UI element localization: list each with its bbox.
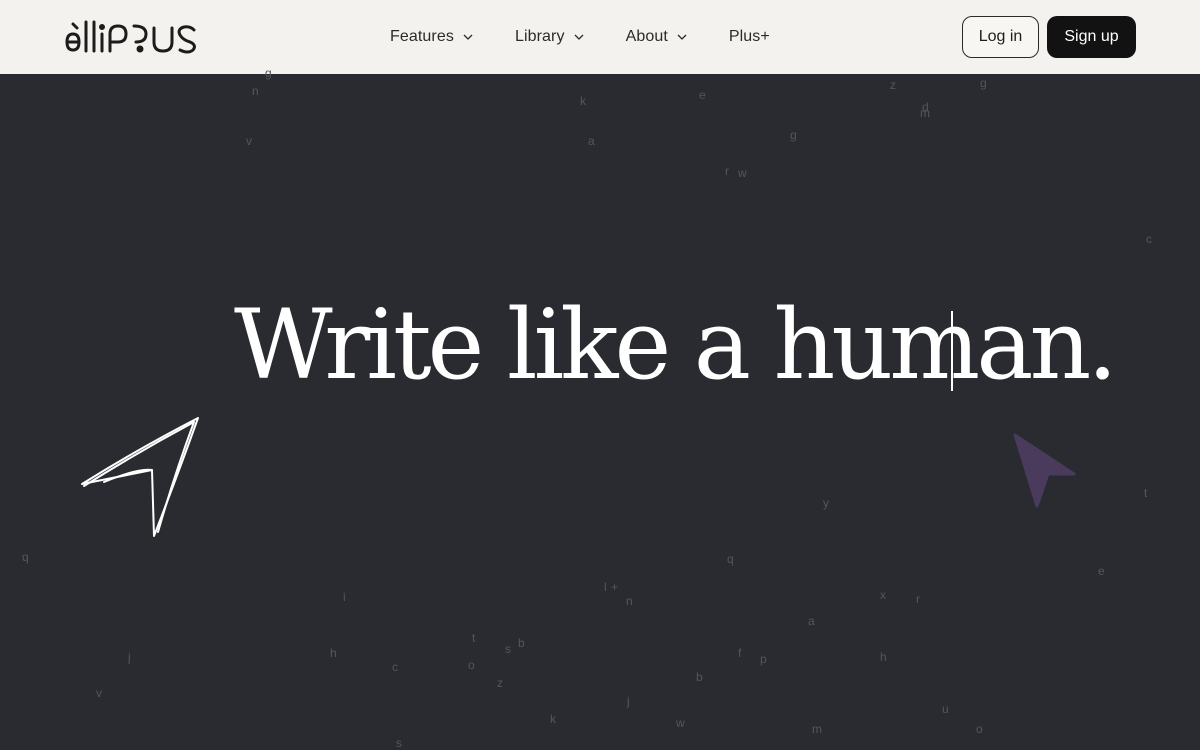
background-letter: t [472, 631, 476, 645]
nav-features[interactable]: Features [390, 28, 473, 46]
background-letter: q [22, 550, 29, 564]
text-caret [951, 311, 953, 391]
background-letter: u [942, 702, 949, 716]
background-letter: o [976, 722, 983, 736]
background-letter: m [920, 106, 930, 120]
background-letter: n [252, 84, 259, 98]
background-letter: e [1098, 564, 1105, 578]
signup-button[interactable]: Sign up [1047, 16, 1136, 58]
background-letter: c [1146, 232, 1152, 246]
nav-plus[interactable]: Plus+ [729, 28, 770, 46]
background-letter: j [627, 694, 630, 708]
background-letter: x [880, 588, 886, 602]
background-letter: a [588, 134, 595, 148]
background-letter: s [505, 642, 511, 656]
background-letter: k [550, 712, 556, 726]
nav-library[interactable]: Library [515, 28, 584, 46]
background-letter: m [812, 722, 822, 736]
background-letter: w [676, 716, 685, 730]
background-letter: g [790, 128, 797, 142]
background-letter: i [343, 590, 346, 604]
background-letter: r [916, 592, 920, 606]
nav-plus-label: Plus+ [728, 28, 770, 45]
login-button[interactable]: Log in [962, 16, 1039, 58]
background-letter: h [880, 650, 887, 664]
background-letter: w [738, 166, 747, 180]
chevron-down-icon [463, 34, 473, 40]
chevron-down-icon [574, 34, 584, 40]
background-letter: p [760, 652, 767, 666]
background-letter: c [392, 660, 398, 674]
background-letter: + [611, 580, 619, 594]
nav-features-label: Features [390, 28, 454, 45]
cursor-arrow-icon [1013, 433, 1076, 508]
background-letter: b [518, 636, 525, 650]
background-letter: k [580, 94, 586, 108]
background-letter: l [604, 580, 607, 594]
chevron-down-icon [677, 34, 687, 40]
paper-plane-icon [81, 417, 199, 537]
background-letter: h [330, 646, 337, 660]
background-letter: b [696, 670, 703, 684]
ellipsus-logo[interactable] [64, 18, 212, 56]
background-letter: n [626, 594, 633, 608]
main-nav: Features Library About Plus+ [390, 0, 770, 74]
background-letter: r [725, 164, 729, 178]
background-letter: j [128, 650, 131, 664]
background-letter: y [823, 496, 829, 510]
hero-title: Write like a human. [234, 289, 1118, 401]
background-letter: e [699, 88, 706, 102]
nav-library-label: Library [514, 28, 565, 45]
site-header: Features Library About Plus+ Log in Sign… [0, 0, 1200, 74]
nav-about-label: About [625, 28, 668, 45]
background-letter: z [497, 676, 503, 690]
background-letter: t [1144, 486, 1148, 500]
background-letter: s [396, 736, 402, 750]
background-letter: g [980, 76, 987, 90]
background-letter: z [890, 78, 896, 92]
background-letter: f [738, 646, 742, 660]
background-letter: o [468, 658, 475, 672]
background-letter: q [727, 552, 734, 566]
background-letter: a [808, 614, 815, 628]
background-letter: v [96, 686, 102, 700]
background-letter: v [246, 134, 252, 148]
scattered-letters-background: g n k e z g m v a g d r w c y t q q i l + n x r e t s b a j h c o f p h z b v k… [0, 66, 1200, 750]
nav-about[interactable]: About [626, 28, 687, 46]
background-letter: d [922, 100, 929, 114]
